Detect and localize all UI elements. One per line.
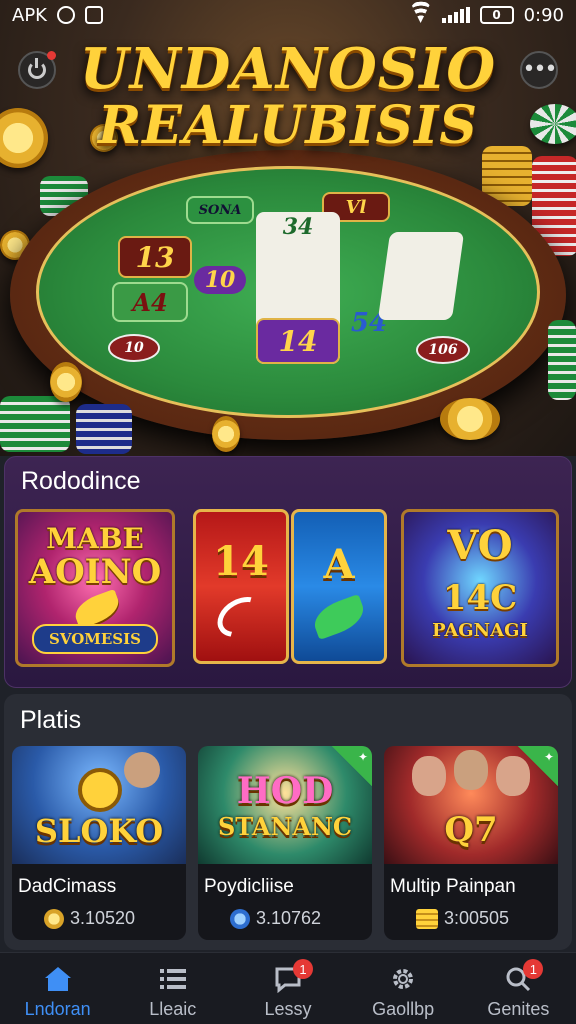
card-title-line1: MABE (46, 522, 144, 555)
power-button[interactable] (18, 51, 56, 89)
gold-chip-decor (50, 362, 82, 402)
notification-badge: 1 (292, 959, 313, 979)
gold-chip-decor (212, 416, 240, 452)
game-card[interactable]: MABE AOINO SVOMESIS (15, 509, 175, 667)
slot-reel-red[interactable]: 14 (193, 509, 289, 664)
notification-dot (47, 51, 56, 60)
battery-indicator: 0 (479, 6, 514, 24)
table-chip: 10 (108, 334, 160, 362)
game-footer: Poydicliise 3.10762 (198, 864, 372, 940)
player-avatar (454, 750, 488, 790)
status-bar: APK 0 0:90 (0, 0, 576, 30)
reel-value: 14 (213, 538, 269, 585)
nav-label: Genites (487, 999, 550, 1019)
app-screen: SONA Vl 13 A4 34 14 10 54 10 106 UNDANOS… (0, 0, 576, 1024)
home-icon (43, 965, 73, 993)
table-tile: 14 (256, 318, 340, 364)
table-tile: 10 (194, 266, 246, 294)
battery-icon: 0 (479, 6, 514, 24)
carrier-label: APK (12, 4, 47, 26)
table-tile: SONA (186, 196, 254, 224)
game-tile[interactable]: HOD STANANC ✦ Poydicliise 3.10762 (198, 746, 372, 940)
game-card[interactable]: VO 14C PAGNAGI (401, 509, 559, 667)
hero-banner[interactable]: SONA Vl 13 A4 34 14 10 54 10 106 UNDANOS… (0, 0, 576, 456)
nav-item-search[interactable]: 1 Genites (463, 959, 573, 1020)
notification-badge: 1 (523, 959, 544, 979)
section-title: Rododince (21, 467, 141, 495)
new-ribbon: ✦ (518, 746, 558, 786)
game-count-value: 3.10520 (70, 908, 136, 928)
slot-reel-blue[interactable]: A (291, 509, 387, 664)
table-tile: 13 (118, 236, 192, 278)
card-title-line1: VO (447, 522, 513, 569)
swoosh-icon (210, 588, 272, 646)
table-tile: A4 (112, 282, 188, 322)
tag-icon: ✦ (357, 750, 368, 764)
game-count-value: 3.10762 (256, 908, 322, 928)
featured-section: Rododince MABE AOINO SVOMESIS 14 A VO 14… (4, 456, 572, 688)
green-chip-stack (0, 396, 70, 452)
more-button[interactable]: ••• (520, 51, 558, 89)
nav-item-home[interactable]: Lndoran (3, 965, 113, 1020)
player-avatar (124, 752, 160, 788)
game-name: Multip Painpan (390, 876, 516, 897)
card-title-line3: PAGNAGI (432, 620, 528, 641)
wifi-icon (410, 7, 432, 23)
nav-item-chat[interactable]: 1 Lessy (233, 959, 343, 1020)
nav-item-settings[interactable]: Gaollbp (348, 965, 458, 1020)
signal-icon (441, 7, 470, 23)
table-reel (377, 232, 465, 320)
game-footer: DadCimass 3.10520 (12, 864, 186, 940)
sync-icon (56, 6, 75, 24)
game-count: 3.10520 (44, 908, 135, 929)
card-title-line2: 14C (442, 578, 518, 618)
game-name: Poydicliise (204, 876, 294, 897)
gold-chip-decor (440, 398, 500, 440)
hero-title-line2: REALUBISIS (98, 94, 478, 156)
game-count: 3.10762 (230, 908, 321, 929)
list-icon (158, 965, 188, 993)
game-art-title: Q7 (444, 810, 498, 850)
player-avatar (412, 756, 446, 796)
table-chip: 106 (416, 336, 470, 364)
tag-icon: ✦ (543, 750, 554, 764)
gold-coin-icon (44, 908, 64, 929)
nav-label: Gaollbp (372, 999, 435, 1019)
blue-chip-stack (76, 404, 132, 454)
game-art-subtitle: STANANC (217, 812, 353, 841)
nav-label: Lessy (264, 999, 312, 1019)
app-notification-icon (84, 6, 103, 24)
clock: 0:90 (523, 4, 564, 26)
nav-label: Lleaic (149, 999, 197, 1019)
nav-item-list[interactable]: Lleaic (118, 965, 228, 1020)
card-title-line2: AOINO (28, 552, 162, 592)
game-art: SLOKO (12, 746, 186, 864)
game-footer: Multip Painpan 3:00505 (384, 864, 558, 940)
platis-section: Platis SLOKO DadCimass 3.10520 HOD STANA… (4, 694, 572, 950)
game-tile[interactable]: SLOKO DadCimass 3.10520 (12, 746, 186, 940)
game-tile[interactable]: Q7 ✦ Multip Painpan 3:00505 (384, 746, 558, 940)
nav-label: Lndoran (24, 999, 91, 1019)
game-art-title: SLOKO (34, 812, 164, 850)
new-ribbon: ✦ (332, 746, 372, 786)
coin-stack-icon (416, 908, 438, 929)
hero-toolbar: ••• (18, 48, 558, 92)
game-name: DadCimass (18, 876, 117, 897)
game-count: 3:00505 (416, 908, 509, 929)
clock-icon (78, 768, 122, 812)
more-dots-icon: ••• (522, 57, 558, 82)
power-icon (28, 58, 46, 79)
card-label: SVOMESIS (32, 624, 158, 654)
gear-icon (388, 965, 418, 993)
green-chip-stack (548, 320, 576, 400)
game-count-value: 3:00505 (444, 908, 510, 928)
euro-coin-icon (230, 908, 250, 929)
table-tile: 34 (282, 214, 314, 240)
section-title: Platis (20, 706, 82, 734)
reel-value: A (323, 541, 355, 588)
bottom-navigation: Lndoran Lleaic 1 Lessy Gaollbp 1 Genites (0, 952, 576, 1024)
leaf-icon (309, 594, 369, 640)
